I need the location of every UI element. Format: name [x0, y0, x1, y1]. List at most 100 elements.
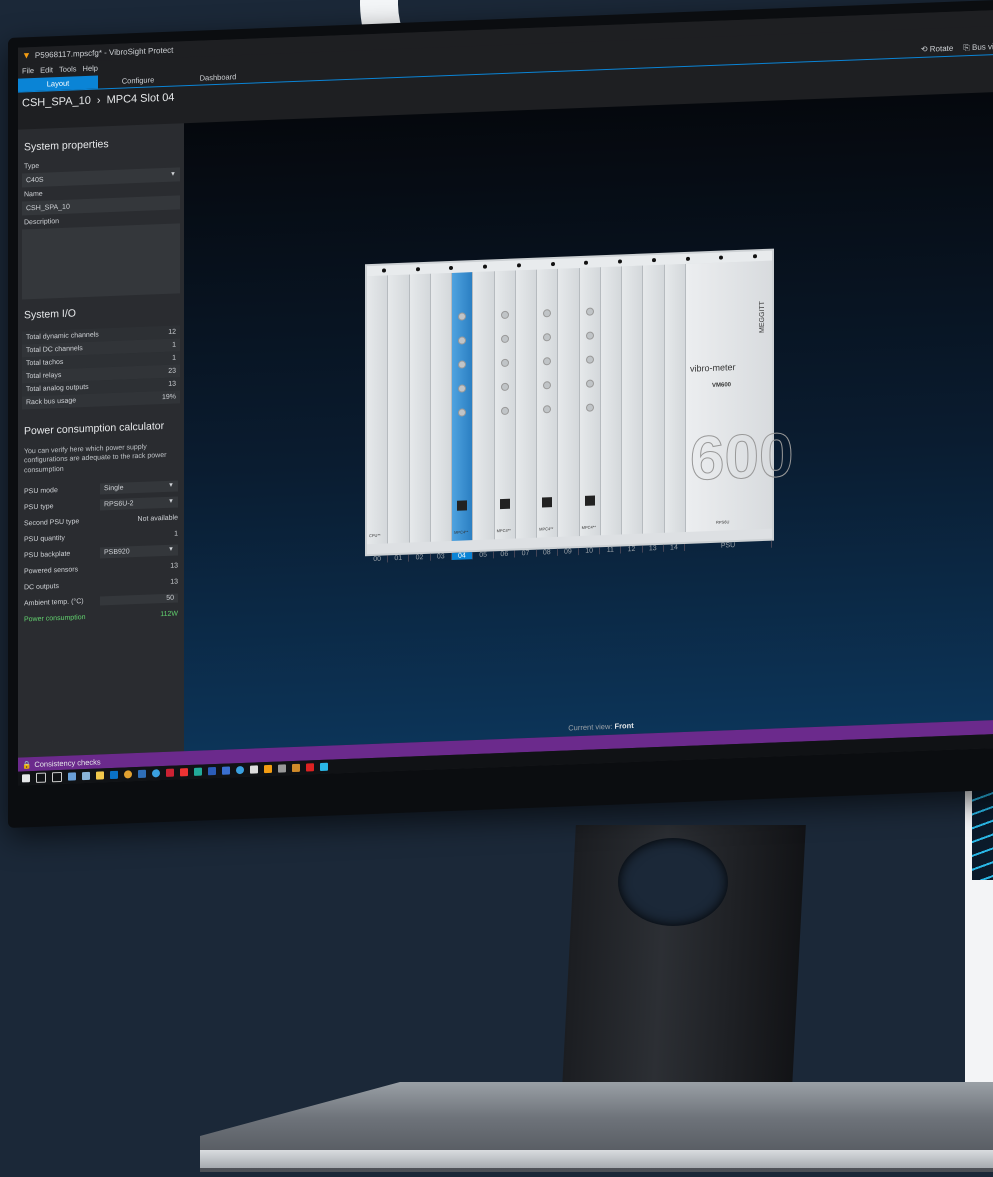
rack-front-view: CPU** MPC4** MPC4** MPC4** MPC4** MEGGIT…	[367, 250, 794, 555]
slot-number[interactable]: 07	[515, 549, 537, 558]
slot-number[interactable]: 14	[663, 543, 686, 552]
slot-number[interactable]: 06	[494, 550, 516, 559]
ethernet-port	[499, 498, 510, 510]
app-icon[interactable]	[82, 771, 90, 781]
chevron-down-icon: ▼	[168, 498, 174, 505]
app-icon[interactable]	[222, 766, 230, 775]
module-connectors	[500, 310, 509, 416]
slot-number-selected[interactable]: 04	[451, 552, 474, 560]
chrome-icon[interactable]	[124, 770, 132, 779]
vibrosight-icon[interactable]	[320, 762, 328, 772]
rack-slot-06-mpc4[interactable]: MPC4**	[494, 270, 516, 540]
breadcrumb-separator: ›	[96, 94, 101, 107]
ethernet-port	[584, 495, 595, 506]
module-label: MPC4**	[454, 529, 469, 535]
rack-slot-01[interactable]	[388, 274, 410, 544]
tab-dashboard[interactable]: Dashboard	[178, 69, 258, 85]
psu-backplate-select[interactable]: PSB920 ▼	[100, 544, 178, 559]
slot-number[interactable]: 00	[367, 555, 389, 564]
rack-slot-10-mpc4[interactable]: MPC4**	[579, 267, 601, 537]
acrobat-icon[interactable]	[306, 763, 314, 772]
main-content: System properties Type C40S ▼ Name CSH_S…	[18, 91, 993, 758]
rack-slot-07[interactable]	[515, 269, 538, 539]
rack-slot-03[interactable]	[430, 272, 453, 542]
rack-slot-13[interactable]	[643, 264, 665, 534]
rack-slot-02[interactable]	[409, 273, 431, 543]
connector	[500, 406, 509, 416]
rack-slot-14[interactable]	[664, 263, 686, 533]
search-icon[interactable]	[36, 772, 46, 783]
io-value: 12	[168, 328, 176, 336]
vibrosight-icon[interactable]	[264, 764, 272, 774]
rack-slot-09[interactable]	[558, 268, 580, 537]
menu-edit[interactable]: Edit	[40, 65, 53, 74]
slot-number[interactable]: 03	[430, 552, 452, 561]
app-icon[interactable]	[166, 768, 174, 777]
rack-psu-module[interactable]: MEGGITT vibro-meter VM600 600 RPS6U	[685, 260, 794, 532]
slot-number[interactable]: 11	[600, 546, 622, 555]
io-value: 13	[168, 380, 176, 388]
rack-slot-08-mpc4[interactable]: MPC4**	[537, 268, 559, 538]
breadcrumb-system[interactable]: CSH_SPA_10	[22, 95, 91, 110]
connector	[500, 382, 509, 392]
module-connectors	[458, 312, 467, 417]
edge-icon[interactable]	[236, 765, 244, 775]
psu-type-value: RPS6U-2	[104, 499, 134, 509]
start-icon[interactable]	[22, 774, 30, 783]
taskview-icon[interactable]	[52, 771, 62, 783]
menu-file[interactable]: File	[22, 65, 34, 74]
type-select[interactable]: C40S ▼	[22, 167, 180, 188]
bus-view-button[interactable]: ⎘ Bus view	[963, 42, 993, 54]
second-psu-value: Not available	[137, 514, 178, 523]
screw	[516, 263, 521, 268]
connector	[458, 384, 467, 393]
menu-tools[interactable]: Tools	[59, 64, 77, 74]
psu-type-select[interactable]: RPS6U-2 ▼	[100, 496, 178, 511]
explorer-icon[interactable]	[96, 771, 104, 780]
slot-number[interactable]: 02	[409, 553, 431, 562]
slot-number[interactable]: 13	[642, 544, 664, 553]
slot-number[interactable]: 09	[557, 548, 580, 556]
screw	[381, 268, 386, 273]
app-icon[interactable]	[138, 769, 146, 779]
io-label: Total dynamic channels	[26, 331, 99, 342]
app-icon[interactable]	[278, 764, 286, 773]
ambient-temp-input[interactable]: 50	[100, 593, 178, 606]
rack-viewport[interactable]: CPU** MPC4** MPC4** MPC4** MPC4** MEGGIT…	[184, 91, 993, 752]
slot-number[interactable]: 01	[388, 554, 410, 563]
screw	[753, 254, 758, 259]
slot-number[interactable]: 10	[579, 547, 601, 556]
rotate-button[interactable]: ⟲ Rotate	[921, 44, 954, 55]
app-icon[interactable]	[68, 772, 76, 781]
connector	[500, 310, 509, 320]
description-input[interactable]	[22, 223, 180, 300]
ambient-temp-label: Ambient temp. (°C)	[24, 597, 84, 608]
tab-layout[interactable]: Layout	[18, 75, 98, 92]
power-calculator-note: You can verify here which power supply c…	[24, 443, 167, 475]
app-icon[interactable]	[180, 768, 188, 777]
power-consumption-label: Power consumption	[24, 613, 86, 624]
tab-configure[interactable]: Configure	[98, 72, 178, 88]
rack-slot-04-mpc4[interactable]: MPC4**	[452, 272, 474, 541]
edge-icon[interactable]	[152, 769, 160, 778]
slot-number[interactable]: 05	[473, 551, 495, 560]
app-icon[interactable]	[250, 765, 258, 774]
rack-slot-11[interactable]	[600, 266, 623, 536]
rack-slot-00-cpu[interactable]: CPU**	[367, 275, 389, 545]
app-icon[interactable]	[194, 767, 202, 776]
word-icon[interactable]	[208, 767, 216, 776]
slot-number[interactable]: 12	[621, 545, 643, 554]
dc-outputs-value: 13	[170, 578, 178, 586]
rack-slot-12[interactable]	[622, 265, 644, 535]
menu-help[interactable]: Help	[83, 63, 98, 73]
name-input[interactable]: CSH_SPA_10	[22, 195, 180, 216]
connector	[543, 381, 552, 390]
io-value: 23	[168, 367, 176, 375]
screw	[483, 264, 488, 269]
slot-number[interactable]: 08	[536, 548, 558, 557]
slot-number-psu[interactable]: PSU	[685, 540, 773, 551]
outlook-icon[interactable]	[110, 770, 118, 780]
psu-mode-select[interactable]: Single ▼	[100, 480, 178, 495]
rack-slot-05[interactable]	[473, 271, 495, 541]
app-icon[interactable]	[292, 763, 300, 773]
